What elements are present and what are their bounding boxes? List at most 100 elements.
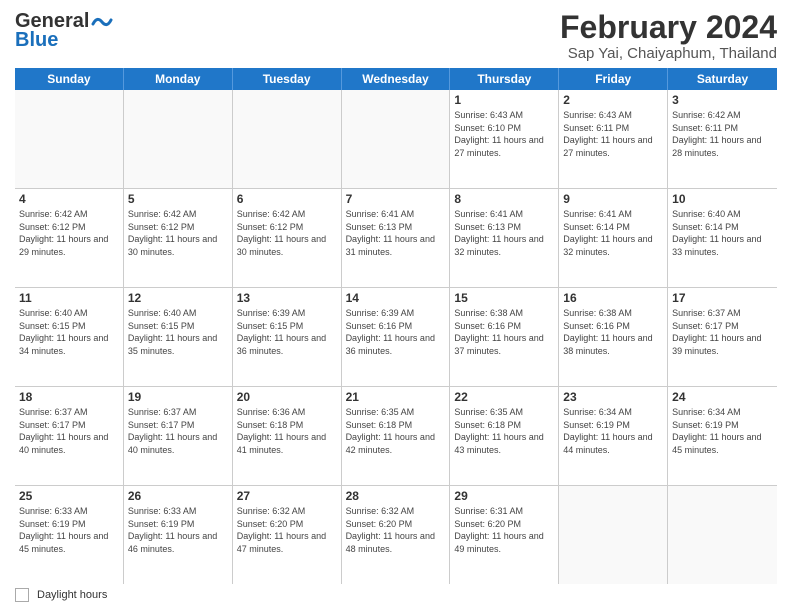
- day-info: Sunrise: 6:34 AM Sunset: 6:19 PM Dayligh…: [672, 406, 773, 456]
- cell-w4-d1: 18 Sunrise: 6:37 AM Sunset: 6:17 PM Dayli…: [15, 387, 124, 485]
- calendar-body: 1Sunrise: 6:43 AM Sunset: 6:10 PM Daylig…: [15, 90, 777, 584]
- day-info: Sunrise: 6:42 AM Sunset: 6:12 PM Dayligh…: [237, 208, 337, 258]
- cell-w4-d2: 19 Sunrise: 6:37 AM Sunset: 6:17 PM Dayli…: [124, 387, 233, 485]
- title-section: February 2024 Sap Yai, Chaiyaphum, Thail…: [560, 10, 777, 62]
- cell-w2-d1: 4 Sunrise: 6:42 AM Sunset: 6:12 PM Daylig…: [15, 189, 124, 287]
- day-info: Sunrise: 6:41 AM Sunset: 6:13 PM Dayligh…: [454, 208, 554, 258]
- cell-w2-d6: 9 Sunrise: 6:41 AM Sunset: 6:14 PM Daylig…: [559, 189, 668, 287]
- day-number: 11: [19, 291, 119, 305]
- day-info: Sunrise: 6:32 AM Sunset: 6:20 PM Dayligh…: [237, 505, 337, 555]
- day-number: 8: [454, 192, 554, 206]
- day-number: 5: [128, 192, 228, 206]
- day-info: Sunrise: 6:40 AM Sunset: 6:15 PM Dayligh…: [19, 307, 119, 357]
- cell-w3-d4: 14 Sunrise: 6:39 AM Sunset: 6:16 PM Dayli…: [342, 288, 451, 386]
- logo-blue: Blue: [15, 29, 58, 52]
- calendar-header: Sunday Monday Tuesday Wednesday Thursday…: [15, 68, 777, 90]
- cell-w5-d7: [668, 486, 777, 584]
- week-3: 11 Sunrise: 6:40 AM Sunset: 6:15 PM Dayli…: [15, 288, 777, 387]
- day-number: 29: [454, 489, 554, 503]
- cell-w1-d6: 2 Sunrise: 6:43 AM Sunset: 6:11 PM Daylig…: [559, 90, 668, 188]
- cell-w2-d5: 8 Sunrise: 6:41 AM Sunset: 6:13 PM Daylig…: [450, 189, 559, 287]
- cell-w3-d2: 12Sunrise: 6:40 AM Sunset: 6:15 PM Dayli…: [124, 288, 233, 386]
- col-sunday: Sunday: [15, 68, 124, 90]
- day-info: Sunrise: 6:41 AM Sunset: 6:14 PM Dayligh…: [563, 208, 663, 258]
- day-info: Sunrise: 6:36 AM Sunset: 6:18 PM Dayligh…: [237, 406, 337, 456]
- day-number: 3: [672, 93, 773, 107]
- day-number: 14: [346, 291, 446, 305]
- day-info: Sunrise: 6:40 AM Sunset: 6:14 PM Dayligh…: [672, 208, 773, 258]
- cell-w3-d7: 17 Sunrise: 6:37 AM Sunset: 6:17 PM Dayli…: [668, 288, 777, 386]
- cell-w5-d6: [559, 486, 668, 584]
- cell-w3-d6: 16 Sunrise: 6:38 AM Sunset: 6:16 PM Dayli…: [559, 288, 668, 386]
- cell-w5-d3: 27 Sunrise: 6:32 AM Sunset: 6:20 PM Dayli…: [233, 486, 342, 584]
- day-info: Sunrise: 6:39 AM Sunset: 6:16 PM Dayligh…: [346, 307, 446, 357]
- main-title: February 2024: [560, 10, 777, 45]
- day-number: 15: [454, 291, 554, 305]
- day-number: 4: [19, 192, 119, 206]
- day-number: 21: [346, 390, 446, 404]
- day-number: 24: [672, 390, 773, 404]
- cell-w1-d3: [233, 90, 342, 188]
- day-number: 17: [672, 291, 773, 305]
- day-number: 2: [563, 93, 663, 107]
- cell-w2-d4: 7 Sunrise: 6:41 AM Sunset: 6:13 PM Daylig…: [342, 189, 451, 287]
- day-info: Sunrise: 6:41 AM Sunset: 6:13 PM Dayligh…: [346, 208, 446, 258]
- day-info: Sunrise: 6:37 AM Sunset: 6:17 PM Dayligh…: [672, 307, 773, 357]
- cell-w1-d1: [15, 90, 124, 188]
- day-number: 6: [237, 192, 337, 206]
- day-info: Sunrise: 6:38 AM Sunset: 6:16 PM Dayligh…: [563, 307, 663, 357]
- cell-w5-d2: 26 Sunrise: 6:33 AM Sunset: 6:19 PM Dayli…: [124, 486, 233, 584]
- cell-w5-d5: 29 Sunrise: 6:31 AM Sunset: 6:20 PM Dayli…: [450, 486, 559, 584]
- day-info: Sunrise: 6:33 AM Sunset: 6:19 PM Dayligh…: [19, 505, 119, 555]
- col-wednesday: Wednesday: [342, 68, 451, 90]
- day-number: 27: [237, 489, 337, 503]
- col-saturday: Saturday: [668, 68, 777, 90]
- footer: Daylight hours: [15, 588, 777, 602]
- cell-w5-d1: 25 Sunrise: 6:33 AM Sunset: 6:19 PM Dayli…: [15, 486, 124, 584]
- day-number: 25: [19, 489, 119, 503]
- day-info: Sunrise: 6:34 AM Sunset: 6:19 PM Dayligh…: [563, 406, 663, 456]
- day-info: Sunrise: 6:42 AM Sunset: 6:12 PM Dayligh…: [19, 208, 119, 258]
- cell-w2-d3: 6 Sunrise: 6:42 AM Sunset: 6:12 PM Daylig…: [233, 189, 342, 287]
- cell-w4-d4: 21 Sunrise: 6:35 AM Sunset: 6:18 PM Dayli…: [342, 387, 451, 485]
- header: General Blue February 2024 Sap Yai, Chai…: [15, 10, 777, 62]
- day-info: Sunrise: 6:31 AM Sunset: 6:20 PM Dayligh…: [454, 505, 554, 555]
- day-info: Sunrise: 6:37 AM Sunset: 6:17 PM Dayligh…: [128, 406, 228, 456]
- day-info: Sunrise: 6:35 AM Sunset: 6:18 PM Dayligh…: [454, 406, 554, 456]
- day-number: 7: [346, 192, 446, 206]
- day-number: 19: [128, 390, 228, 404]
- day-number: 16: [563, 291, 663, 305]
- day-number: 28: [346, 489, 446, 503]
- week-5: 25 Sunrise: 6:33 AM Sunset: 6:19 PM Dayli…: [15, 486, 777, 584]
- day-number: 18: [19, 390, 119, 404]
- cell-w4-d7: 24 Sunrise: 6:34 AM Sunset: 6:19 PM Dayli…: [668, 387, 777, 485]
- cell-w4-d3: 20Sunrise: 6:36 AM Sunset: 6:18 PM Dayli…: [233, 387, 342, 485]
- week-1: 1Sunrise: 6:43 AM Sunset: 6:10 PM Daylig…: [15, 90, 777, 189]
- footer-label: Daylight hours: [37, 589, 107, 601]
- day-info: Sunrise: 6:38 AM Sunset: 6:16 PM Dayligh…: [454, 307, 554, 357]
- day-info: Sunrise: 6:39 AM Sunset: 6:15 PM Dayligh…: [237, 307, 337, 357]
- cell-w5-d4: 28 Sunrise: 6:32 AM Sunset: 6:20 PM Dayli…: [342, 486, 451, 584]
- col-monday: Monday: [124, 68, 233, 90]
- cell-w1-d7: 3 Sunrise: 6:42 AM Sunset: 6:11 PM Daylig…: [668, 90, 777, 188]
- day-number: 10: [672, 192, 773, 206]
- day-number: 22: [454, 390, 554, 404]
- day-info: Sunrise: 6:43 AM Sunset: 6:11 PM Dayligh…: [563, 109, 663, 159]
- col-thursday: Thursday: [450, 68, 559, 90]
- day-info: Sunrise: 6:42 AM Sunset: 6:11 PM Dayligh…: [672, 109, 773, 159]
- day-info: Sunrise: 6:37 AM Sunset: 6:17 PM Dayligh…: [19, 406, 119, 456]
- cell-w1-d5: 1Sunrise: 6:43 AM Sunset: 6:10 PM Daylig…: [450, 90, 559, 188]
- day-info: Sunrise: 6:32 AM Sunset: 6:20 PM Dayligh…: [346, 505, 446, 555]
- logo-wave-icon: [91, 14, 113, 30]
- day-info: Sunrise: 6:43 AM Sunset: 6:10 PM Dayligh…: [454, 109, 554, 159]
- day-number: 9: [563, 192, 663, 206]
- page: General Blue February 2024 Sap Yai, Chai…: [0, 0, 792, 612]
- day-info: Sunrise: 6:35 AM Sunset: 6:18 PM Dayligh…: [346, 406, 446, 456]
- cell-w1-d4: [342, 90, 451, 188]
- col-tuesday: Tuesday: [233, 68, 342, 90]
- sub-title: Sap Yai, Chaiyaphum, Thailand: [560, 45, 777, 62]
- cell-w3-d3: 13Sunrise: 6:39 AM Sunset: 6:15 PM Dayli…: [233, 288, 342, 386]
- day-info: Sunrise: 6:40 AM Sunset: 6:15 PM Dayligh…: [128, 307, 228, 357]
- day-info: Sunrise: 6:33 AM Sunset: 6:19 PM Dayligh…: [128, 505, 228, 555]
- day-number: 26: [128, 489, 228, 503]
